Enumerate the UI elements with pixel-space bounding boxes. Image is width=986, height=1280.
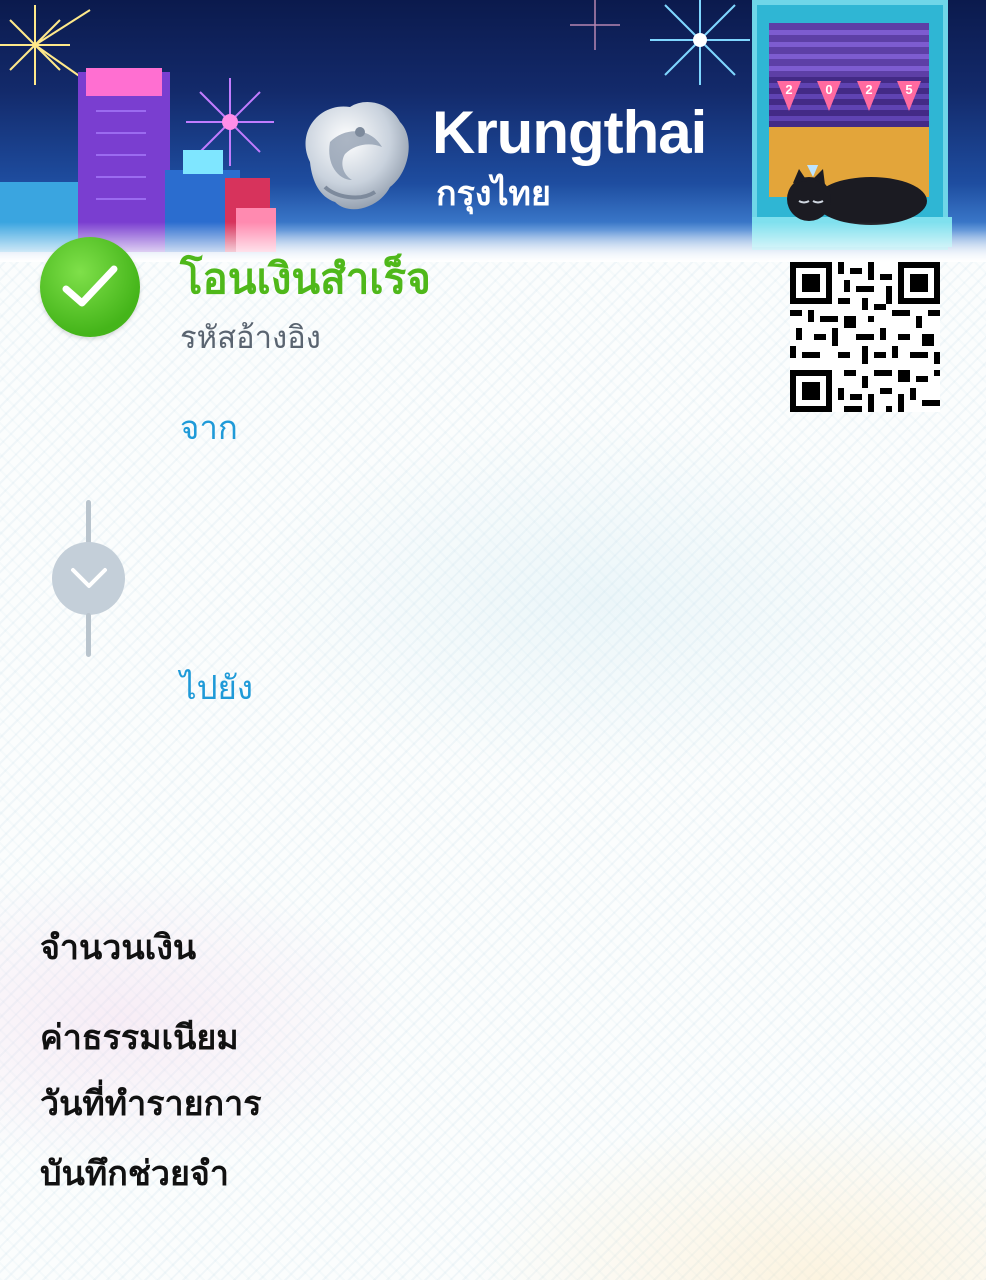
checkmark-icon: [62, 265, 118, 307]
amount-label: จำนวนเงิน: [40, 928, 197, 968]
brand-name-en: Krungthai: [432, 99, 707, 166]
flow-line: [86, 500, 91, 544]
krungthai-logo: Krungthai กรุงไทย: [290, 92, 710, 222]
check-circle-icon: [40, 237, 140, 337]
transfer-slip: Krungthai กรุงไทย 2 0 2 5 โอนเงินสำเร็จ …: [0, 0, 986, 1280]
new-year-window-illustration: 2 0 2 5: [752, 0, 952, 250]
window-blinds: [769, 23, 929, 77]
sleeping-cat-icon: [787, 165, 927, 225]
reference-label: รหัสอ้างอิง: [180, 320, 321, 356]
fee-label: ค่าธรรมเนียม: [40, 1018, 239, 1058]
brand-name-th: กรุงไทย: [436, 174, 551, 214]
from-label: จาก: [180, 408, 238, 447]
chevron-glyph: [71, 568, 107, 588]
flow-line: [86, 613, 91, 657]
status-title: โอนเงินสำเร็จ: [180, 254, 431, 303]
qr-code-icon: [790, 262, 940, 412]
chevron-down-icon: [52, 542, 125, 615]
banner-fade: [0, 222, 986, 262]
to-label: ไปยัง: [180, 668, 253, 707]
garuda-logo-icon: [305, 102, 409, 210]
transaction-date-label: วันที่ทำรายการ: [40, 1084, 262, 1124]
header-banner: Krungthai กรุงไทย 2 0 2 5: [0, 0, 986, 262]
memo-label: บันทึกช่วยจำ: [40, 1154, 229, 1194]
